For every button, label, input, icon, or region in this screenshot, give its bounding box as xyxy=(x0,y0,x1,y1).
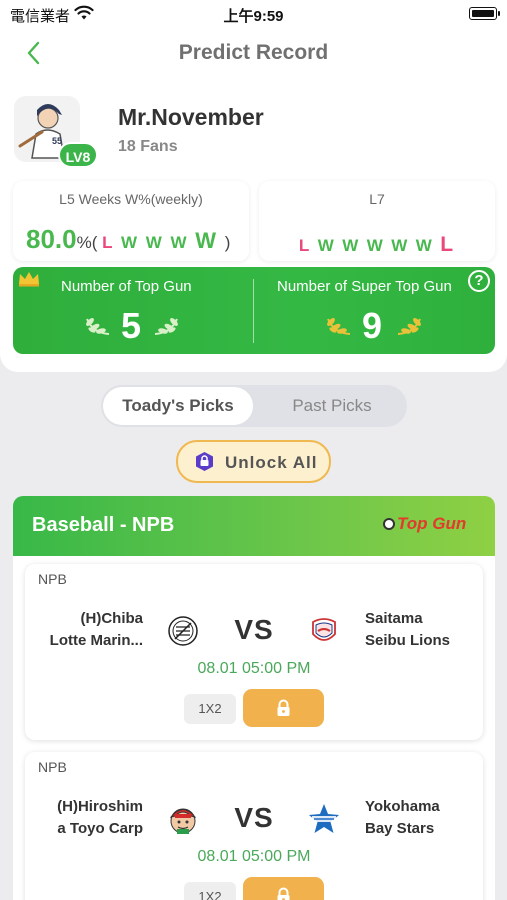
tab-todays-picks[interactable]: Toady's Picks xyxy=(103,387,253,425)
username: Mr.November xyxy=(118,104,264,130)
super-top-gun-label: Number of Super Top Gun xyxy=(277,278,452,295)
yokohama-baystars-logo-icon xyxy=(309,804,339,833)
lock-icon xyxy=(277,887,290,900)
jersey-number: 55 xyxy=(52,136,62,146)
result-letter: L xyxy=(298,236,312,255)
l7-label: L7 xyxy=(369,191,385,207)
profile-card: 55 LV8 Mr.November 18 Fans L5 Weeks W%(w… xyxy=(0,78,507,372)
away-team-line: Bay Stars xyxy=(365,820,435,837)
result-letter: L xyxy=(440,233,456,256)
result-letter: W xyxy=(415,236,434,255)
match-card[interactable]: NPB (H)Hiroshim a Toyo Carp VS Yokohama … xyxy=(25,752,483,900)
top-gun-summary: Number of Top Gun 5 Number of Super Top … xyxy=(13,267,495,354)
lock-shield-icon xyxy=(196,452,213,471)
result-letter: W xyxy=(120,233,139,252)
away-team: Saitama Seibu Lions xyxy=(365,608,450,652)
unlock-all-label: Unlock All xyxy=(225,453,318,472)
away-team-line: Seibu Lions xyxy=(365,632,451,649)
nav-bar: Predict Record xyxy=(0,30,507,78)
section-title: Baseball - NPB xyxy=(32,514,175,536)
section-header: Baseball - NPB Top Gun xyxy=(13,496,495,556)
level-badge: LV8 xyxy=(58,142,98,168)
l5-label: L5 Weeks W%(weekly) xyxy=(59,191,203,207)
match-time: 08.01 05:00 PM xyxy=(197,660,311,677)
result-letter: W xyxy=(170,233,189,252)
status-bar: 電信業者 上午9:59 xyxy=(0,0,507,30)
away-team-line: Yokohama xyxy=(365,798,440,815)
crown-icon xyxy=(19,272,39,287)
unlock-pick-button[interactable] xyxy=(243,689,324,727)
result-letter: W xyxy=(391,236,410,255)
lock-icon xyxy=(277,699,290,716)
odds-type-tag: 1X2 xyxy=(184,694,236,724)
laurel-gold-left-icon xyxy=(327,318,351,335)
win-rate-unit: %( xyxy=(76,233,98,252)
top-gun-logo-text: Top Gun xyxy=(397,514,467,533)
top-gun-count: 5 xyxy=(121,305,142,346)
league-label: NPB xyxy=(38,571,67,587)
unlock-all-button[interactable]: Unlock All xyxy=(176,440,331,483)
match-time: 08.01 05:00 PM xyxy=(197,848,311,865)
top-gun-logo-icon xyxy=(383,518,395,530)
win-rate-percent: 80.0 xyxy=(26,224,77,254)
l7-sequence: L W W W W W L xyxy=(259,233,495,257)
odds-type-tag: 1X2 xyxy=(184,882,236,900)
away-team-line: Saitama xyxy=(365,610,423,627)
picks-tabs: Toady's Picks Past Picks xyxy=(101,385,407,427)
laurel-right-icon xyxy=(154,318,178,335)
l5-weeks-stat: L5 Weeks W%(weekly) 80.0%( L W W W W ) xyxy=(13,181,249,261)
top-gun-logo: Top Gun xyxy=(383,514,466,538)
match-card[interactable]: NPB (H)Chiba Lotte Marin... VS Saitama S… xyxy=(25,564,483,740)
help-icon[interactable]: ? xyxy=(468,270,490,292)
top-gun-label: Number of Top Gun xyxy=(61,278,192,295)
result-letter: L xyxy=(102,233,115,252)
fans-count: 18 Fans xyxy=(118,138,178,155)
battery-icon xyxy=(469,7,500,20)
summary-divider xyxy=(253,279,254,343)
win-rate-close: ) xyxy=(224,233,231,252)
clock: 上午9:59 xyxy=(223,8,284,25)
result-letter: W xyxy=(366,236,385,255)
away-team: Yokohama Bay Stars xyxy=(365,796,440,840)
tab-past-picks[interactable]: Past Picks xyxy=(259,387,405,425)
unlock-pick-button[interactable] xyxy=(243,877,324,900)
league-label: NPB xyxy=(38,759,67,775)
l7-stat: L7 L W W W W W L xyxy=(259,181,495,261)
laurel-gold-right-icon xyxy=(397,318,421,335)
seibu-lions-logo-icon xyxy=(312,618,336,641)
result-letter: W xyxy=(342,236,361,255)
result-letter: W xyxy=(145,233,164,252)
result-letter: W xyxy=(195,228,219,253)
laurel-left-icon xyxy=(86,318,110,335)
result-letter: W xyxy=(317,236,336,255)
baseball-section: Baseball - NPB Top Gun NPB (H)Chiba Lott… xyxy=(13,496,495,900)
page-title: Predict Record xyxy=(178,41,329,64)
win-rate: 80.0%( L W W W W ) xyxy=(26,224,230,255)
l5-sequence: L W W W W xyxy=(102,228,225,253)
super-top-gun-count: 9 xyxy=(362,305,383,346)
